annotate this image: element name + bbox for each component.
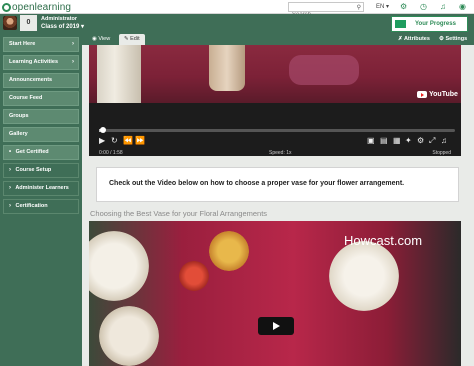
sidebar-item-certification[interactable]: › Certification <box>3 199 79 214</box>
course-header: 0 Administrator Class of 2019 ▾ Your Pro… <box>0 14 474 33</box>
gear-icon: ⚙ <box>439 36 444 42</box>
video-frame[interactable]: YouTube <box>89 45 461 103</box>
chevron-right-icon: › <box>72 59 74 65</box>
play-button[interactable] <box>258 317 294 335</box>
gear-icon[interactable]: ⚙ <box>417 136 424 145</box>
seek-handle[interactable] <box>99 127 106 133</box>
youtube-logo[interactable]: YouTube <box>417 91 458 98</box>
chevron-right-icon: › <box>9 203 11 209</box>
settings-label: Settings <box>445 36 468 42</box>
sidebar-item-label: Groups <box>9 113 29 119</box>
avatar[interactable] <box>3 16 17 30</box>
flower-image <box>209 231 249 271</box>
notification-count[interactable]: 0 <box>20 15 37 31</box>
transcript-icon[interactable]: ▤ <box>380 136 388 145</box>
video-seek-bar[interactable] <box>99 127 455 133</box>
tab-label: Edit <box>130 36 140 42</box>
openlearning-logo[interactable]: openlearning <box>2 1 71 13</box>
sidebar-item-start-here[interactable]: Start Here › <box>3 37 79 52</box>
language-select[interactable]: EN ▾ <box>376 3 389 10</box>
sidebar-item-label: Course Setup <box>15 167 52 173</box>
howcast-logo: Howcast.com <box>344 233 423 248</box>
main-content: YouTube ▶ ↻ ⏪ ⏩ ▣ ▤ ▦ ✦ ⚙ ⤢ ♫ 0:00 / 1:5… <box>82 45 474 366</box>
clock-icon[interactable]: ◷ <box>420 2 427 11</box>
video-speed[interactable]: Speed: 1x <box>269 150 292 156</box>
attributes-label: Attributes <box>403 36 430 42</box>
search-box[interactable]: ⚲ <box>288 2 364 19</box>
chevron-down-icon: ▾ <box>81 24 85 30</box>
page-tab-bar: ◉ View ✎ Edit ✗ Attributes ⚙ Settings <box>82 33 474 45</box>
replay-icon[interactable]: ↻ <box>111 136 118 145</box>
hd-icon[interactable]: ▦ <box>393 136 401 145</box>
howcast-video-player[interactable]: Howcast.com <box>89 221 461 366</box>
sidebar-item-label: Gallery <box>9 131 28 137</box>
top-bar: openlearning ⚲ EN ▾ ⚙ ◷ ♫ ◉ <box>0 0 474 19</box>
your-progress-button[interactable]: Your Progress <box>391 16 468 32</box>
class-select[interactable]: Class of 2019 ▾ <box>41 23 84 31</box>
share-icon[interactable]: ✦ <box>405 136 412 145</box>
pencil-icon: ✎ <box>124 36 129 42</box>
sidebar-item-label: Administer Learners <box>15 185 69 191</box>
settings-button[interactable]: ⚙ Settings <box>439 34 467 45</box>
user-info[interactable]: Administrator Class of 2019 ▾ <box>41 16 84 31</box>
sidebar-item-gallery[interactable]: Gallery <box>3 127 79 142</box>
chevron-right-icon: › <box>9 185 11 191</box>
gear-icon[interactable]: ⚙ <box>400 2 407 11</box>
sidebar-item-announcements[interactable]: Announcements <box>3 73 79 88</box>
chevron-down-icon: ▾ <box>386 4 390 10</box>
youtube-video-player[interactable]: YouTube ▶ ↻ ⏪ ⏩ ▣ ▤ ▦ ✦ ⚙ ⤢ ♫ 0:00 / 1:5… <box>89 45 461 156</box>
vase-image <box>97 45 141 103</box>
class-name: Class of 2019 <box>41 24 80 30</box>
chevron-right-icon: › <box>72 41 74 47</box>
video-scene <box>289 55 359 85</box>
callout-text: Check out the Video below on how to choo… <box>109 180 405 187</box>
help-icon[interactable]: ◉ <box>459 2 466 11</box>
sidebar-item-course-feed[interactable]: Course Feed <box>3 91 79 106</box>
tab-view[interactable]: ◉ View <box>87 34 115 45</box>
chevron-right-icon: › <box>9 167 11 173</box>
captions-icon[interactable]: ▣ <box>367 136 375 145</box>
bullet-icon: • <box>9 149 12 155</box>
brand-name: openlearning <box>12 1 72 13</box>
bell-icon[interactable]: ♫ <box>440 2 446 11</box>
tab-label: View <box>98 36 111 42</box>
video-status: Stopped <box>432 150 451 156</box>
sidebar-item-label: Start Here <box>9 41 36 47</box>
flower-image <box>179 261 209 291</box>
youtube-play-icon <box>417 91 427 98</box>
video-title: Choosing the Best Vase for your Floral A… <box>90 209 268 218</box>
fullscreen-icon[interactable]: ⤢ <box>429 136 435 146</box>
sidebar: Start Here › Learning Activities › Annou… <box>0 33 82 366</box>
search-icon[interactable]: ⚲ <box>357 4 361 11</box>
sidebar-item-course-setup[interactable]: › Course Setup <box>3 163 79 178</box>
instruction-callout: Check out the Video below on how to choo… <box>96 167 459 202</box>
attributes-button[interactable]: ✗ Attributes <box>398 34 430 45</box>
volume-icon[interactable]: ♫ <box>441 136 447 145</box>
sidebar-item-label: Get Certified <box>15 149 49 155</box>
progress-icon <box>395 20 406 28</box>
play-icon[interactable]: ▶ <box>99 136 105 145</box>
sidebar-item-label: Learning Activities <box>9 59 59 65</box>
sidebar-item-learning-activities[interactable]: Learning Activities › <box>3 55 79 70</box>
rewind-icon[interactable]: ⏪ <box>123 136 133 145</box>
sidebar-item-groups[interactable]: Groups <box>3 109 79 124</box>
wrench-icon: ✗ <box>398 36 403 42</box>
sidebar-item-label: Course Feed <box>9 95 43 101</box>
sidebar-item-label: Certification <box>15 203 48 209</box>
logo-icon <box>2 2 11 12</box>
progress-label: Your Progress <box>415 21 456 27</box>
eye-icon: ◉ <box>92 36 97 42</box>
sidebar-item-administer-learners[interactable]: › Administer Learners <box>3 181 79 196</box>
video-time: 0:00 / 1:58 <box>99 150 123 156</box>
user-role: Administrator <box>41 16 78 22</box>
fast-forward-icon[interactable]: ⏩ <box>135 136 145 145</box>
language-label: EN <box>376 4 385 10</box>
tab-edit[interactable]: ✎ Edit <box>119 34 145 45</box>
flower-image <box>329 241 399 311</box>
flower-image <box>99 306 159 366</box>
youtube-brand: YouTube <box>429 91 458 98</box>
vase-image <box>209 45 245 91</box>
sidebar-item-get-certified[interactable]: • Get Certified <box>3 145 79 160</box>
sidebar-item-label: Announcements <box>9 77 53 83</box>
